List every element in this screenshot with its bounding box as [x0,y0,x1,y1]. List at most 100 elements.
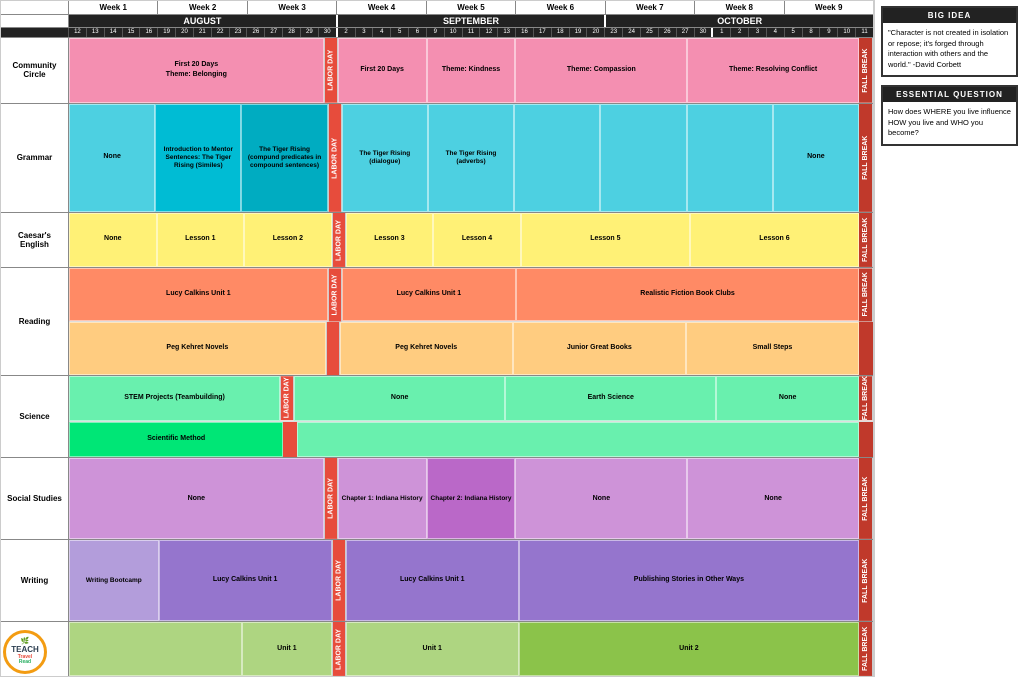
subject-grammar: Grammar [1,104,69,212]
grammar-none-2: None [773,104,859,212]
month-corner [1,15,69,27]
content-rows: Community Circle First 20 Days Theme: Be… [1,38,873,676]
writing-publishing-stories: Publishing Stories in Other Ways [519,540,859,621]
date: 28 [283,28,301,37]
date: 22 [212,28,230,37]
reading-peg-kehret-1: Peg Kehret Novels [69,322,326,375]
reading-small-steps: Small Steps [686,322,859,375]
date: 11 [463,28,481,37]
grammar-teal-5 [687,104,773,212]
science-none-1: None [294,376,505,420]
subject-writing: Writing [1,540,69,621]
teach-travel-read-logo: 🌿 TEACH Travel Read [3,630,47,674]
grammar-labor-day: LABOR DAY [328,104,342,212]
august-header: AUGUST [69,15,338,27]
date: 27 [265,28,283,37]
date: 29 [301,28,319,37]
reading-realistic-fiction: Realistic Fiction Book Clubs [516,268,859,321]
date: 23 [230,28,248,37]
writing-content: Writing Bootcamp Lucy Calkins Unit 1 LAB… [69,540,873,621]
ce-lesson2: Lesson 2 [244,213,332,267]
date: 12 [69,28,87,37]
first-20-days-sep: First 20 Days [338,38,427,103]
dates-row: 12 13 14 15 16 19 20 21 22 23 26 27 28 2… [1,28,873,38]
math-unit1-label: Unit 1 [242,622,332,676]
date: 21 [194,28,212,37]
ce-fall-break: FALL BREAK [859,213,873,267]
grammar-tiger-rising-1: The Tiger Rising (compund predicates in … [241,104,327,212]
math-labor-day: LABOR DAY [332,622,346,676]
ss-none-sep: None [515,458,687,539]
week-7: Week 7 [606,1,695,14]
grammar-tiger-rising-dialogue: The Tiger Rising (dialogue) [342,104,428,212]
science-filler [297,422,859,458]
date: 24 [623,28,641,37]
date: 30 [695,28,714,37]
week-4: Week 4 [337,1,426,14]
reading-peg-kehret-2: Peg Kehret Novels [340,322,513,375]
date: 23 [605,28,623,37]
theme-compassion: Theme: Compassion [515,38,687,103]
ss-none-oct: None [687,458,859,539]
date: 30 [319,28,338,37]
subject-reading: Reading [1,268,69,376]
science-labor-day: LABOR DAY [280,376,294,420]
science-row: Science STEM Projects (Teambuilding) LAB… [1,376,873,458]
essential-question-box: ESSENTIAL QUESTION How does WHERE you li… [881,85,1018,146]
science-fall-break: FALL BREAK [859,376,873,420]
date: 18 [552,28,570,37]
date: 16 [516,28,534,37]
math-content: Unit 1 LABOR DAY Unit 1 Unit 2 FALL BREA… [69,622,873,676]
week-header-row: Week 1 Week 2 Week 3 Week 4 Week 5 Week … [1,1,873,15]
reading-row: Reading Lucy Calkins Unit 1 LABOR DAY Lu… [1,268,873,377]
ss-fall-break: FALL BREAK [859,458,873,539]
date: 3 [356,28,374,37]
date: 25 [641,28,659,37]
date: 20 [176,28,194,37]
science-none-2: None [716,376,859,420]
curriculum-grid: Week 1 Week 2 Week 3 Week 4 Week 5 Week … [0,0,874,677]
theme-kindness: Theme: Kindness [427,38,516,103]
ce-lesson4: Lesson 4 [433,213,521,267]
subject-caesars-english: Caesar's English [1,213,69,267]
date: 4 [767,28,785,37]
ss-labor-day: LABOR DAY [324,458,338,539]
date: 6 [409,28,427,37]
date: 10 [445,28,463,37]
week-3: Week 3 [248,1,337,14]
grammar-intro-mentor: Introduction to Mentor Sentences: The Ti… [155,104,241,212]
grammar-teal-3 [514,104,600,212]
ss-none-aug: None [69,458,324,539]
grammar-teal-4 [600,104,686,212]
subject-science: Science [1,376,69,457]
reading-content: Lucy Calkins Unit 1 LABOR DAY Lucy Calki… [69,268,873,376]
october-header: OCTOBER [606,15,873,27]
date: 16 [140,28,158,37]
grammar-none-1: None [69,104,155,212]
science-stem-projects: STEM Projects (Teambuilding) [69,376,280,420]
date: 17 [534,28,552,37]
labor-day-bar: LABOR DAY [324,38,338,103]
big-idea-box: BIG IDEA "Character is not created in is… [881,6,1018,77]
date: 9 [820,28,838,37]
writing-row: Writing Writing Bootcamp Lucy Calkins Un… [1,540,873,622]
ce-none: None [69,213,157,267]
writing-labor-day: LABOR DAY [332,540,346,621]
date: 12 [480,28,498,37]
first-20-days-label: First 20 Days [175,61,219,69]
week-5: Week 5 [427,1,516,14]
ce-lesson1: Lesson 1 [157,213,245,267]
dates-corner [1,28,69,37]
science-scientific-method: Scientific Method [69,422,283,458]
ce-lesson6: Lesson 6 [690,213,859,267]
corner-cell [1,1,69,14]
theme-belonging-label: Theme: Belonging [166,71,227,79]
first-20-days-aug: First 20 Days Theme: Belonging [69,38,324,103]
subject-social-studies: Social Studies [1,458,69,539]
caesars-content: None Lesson 1 Lesson 2 LABOR DAY Lesson … [69,213,873,267]
reading-lucy-1: Lucy Calkins Unit 1 [69,268,328,321]
date: 8 [803,28,821,37]
reading-lucy-2: Lucy Calkins Unit 1 [342,268,516,321]
math-fall-break: FALL BREAK [859,622,873,676]
reading-labor-day-2 [326,322,340,375]
